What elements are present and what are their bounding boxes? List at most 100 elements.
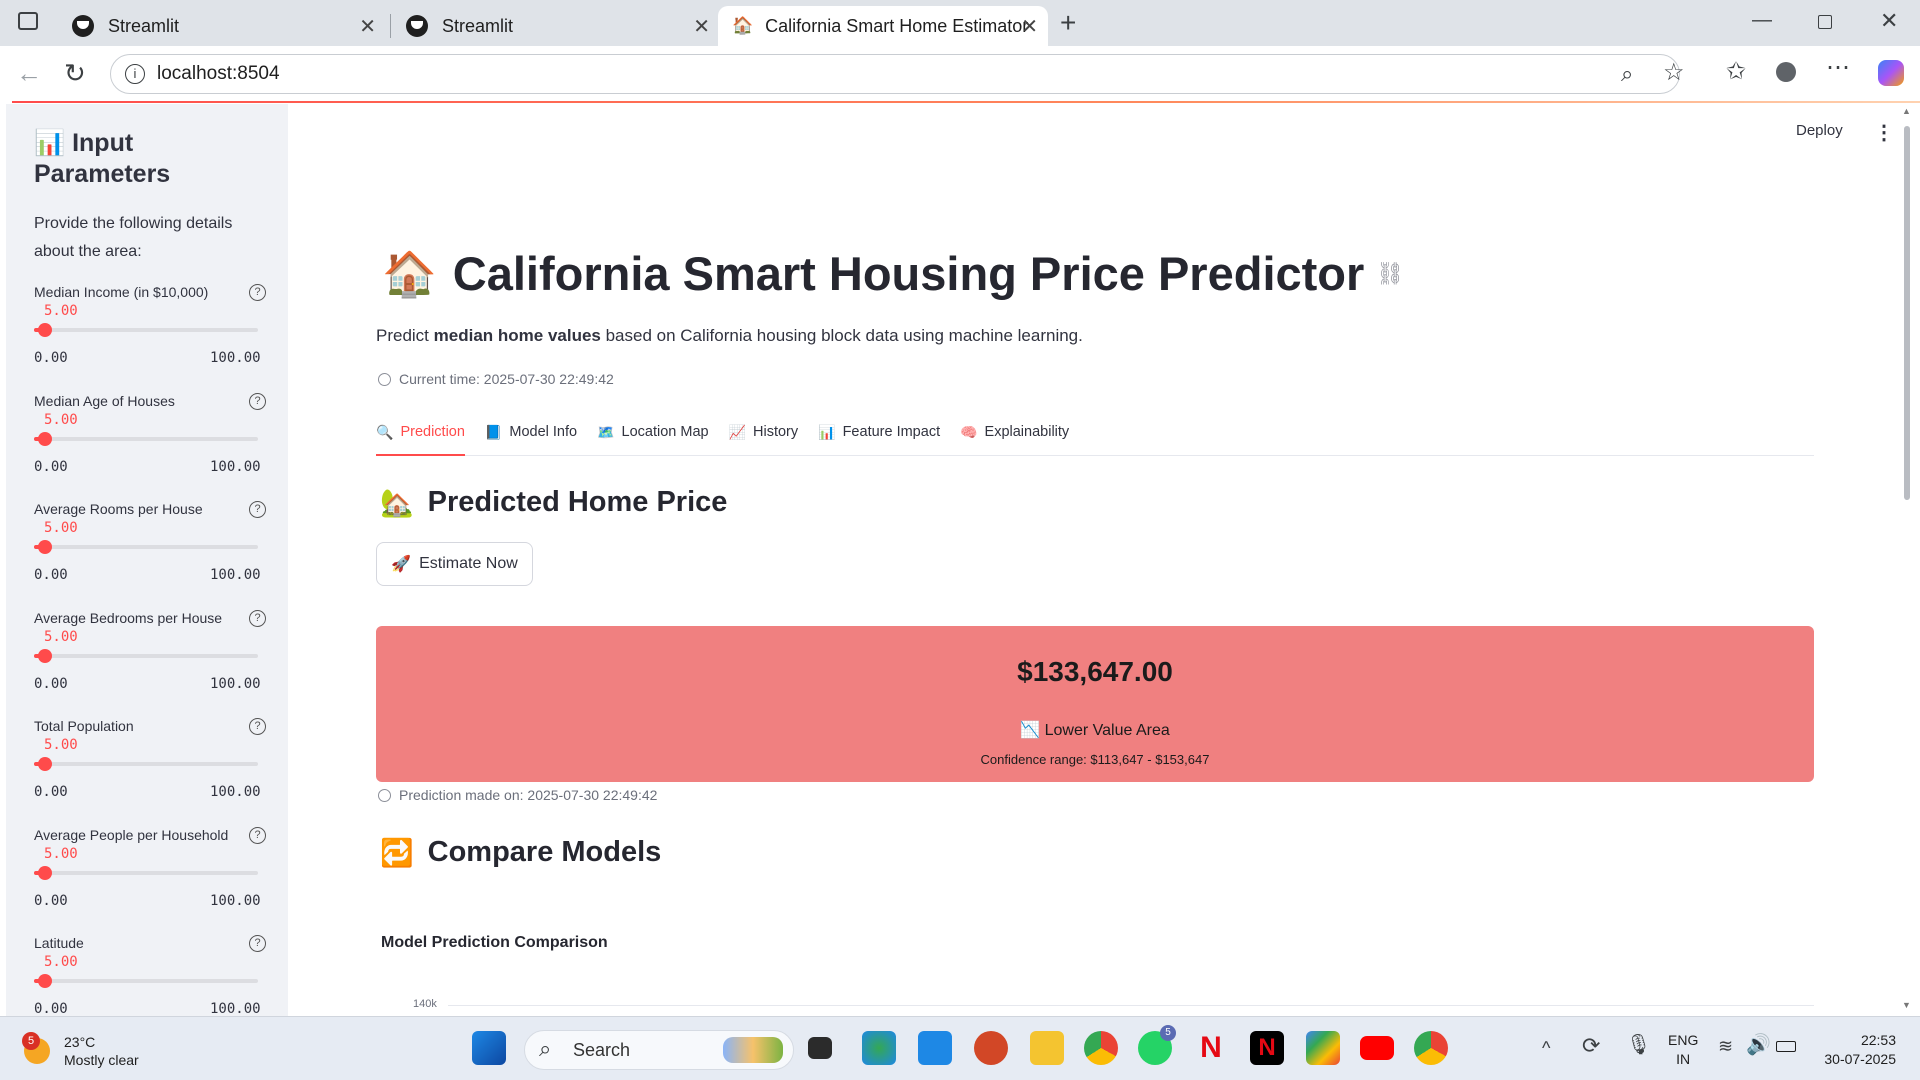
edge-browser-icon[interactable] <box>862 1031 896 1065</box>
tab-icon: 🧠 <box>960 424 978 440</box>
zoom-icon[interactable]: ⌕ <box>1621 63 1633 85</box>
netflix-icon[interactable]: N <box>1194 1031 1228 1065</box>
system-clock[interactable]: 22:53 30-07-2025 <box>1810 1031 1896 1069</box>
news-app-icon[interactable]: N <box>1250 1031 1284 1065</box>
language-indicator[interactable]: ENG IN <box>1668 1031 1698 1069</box>
file-explorer-icon[interactable] <box>1030 1031 1064 1065</box>
slider-track[interactable] <box>34 328 258 332</box>
chrome-profile-icon[interactable] <box>1414 1031 1448 1065</box>
help-icon[interactable]: ? <box>249 609 266 627</box>
restore-icon[interactable] <box>1818 15 1832 29</box>
clock-icon <box>378 372 391 386</box>
favorites-icon[interactable]: ✩ <box>1726 60 1746 84</box>
reload-icon[interactable]: ↻ <box>64 60 86 86</box>
slider-track[interactable] <box>34 436 258 441</box>
tab-label: Feature Impact <box>842 424 941 440</box>
url-text: localhost:8504 <box>157 63 280 84</box>
tab-explainability[interactable]: 🧠 Explainability <box>960 420 1069 456</box>
slider-track[interactable] <box>34 870 258 875</box>
copilot-icon[interactable] <box>1878 60 1904 86</box>
slider-min: 0.00 <box>34 892 68 909</box>
slider-handle[interactable] <box>38 648 52 663</box>
tab-label: Prediction <box>400 424 465 440</box>
slider-handle[interactable] <box>38 323 52 337</box>
slider-handle[interactable] <box>38 540 52 554</box>
search-icon: ⌕ <box>539 1036 552 1061</box>
more-menu-icon[interactable]: ⋯ <box>1826 56 1850 80</box>
battery-icon[interactable] <box>1776 1041 1796 1052</box>
taskbar-search[interactable]: ⌕ Search <box>524 1030 794 1070</box>
new-tab-icon[interactable]: + <box>1060 9 1076 37</box>
close-tab-icon[interactable]: ✕ <box>1021 14 1038 39</box>
tab-history[interactable]: 📈 History <box>729 420 799 456</box>
slider-handle[interactable] <box>38 757 52 771</box>
tab-feature-impact[interactable]: 📊 Feature Impact <box>818 420 940 456</box>
slider-latitude[interactable]: Latitude? 5.00 0.00 100.00 <box>34 935 266 1016</box>
browser-tab-active[interactable]: 🏠 California Smart Home Estimator ✕ <box>718 6 1048 46</box>
slider-total-population[interactable]: Total Population? 5.00 0.00 100.00 <box>34 718 266 826</box>
slider-median-income-in-10-000[interactable]: Median Income (in $10,000)? 5.00 0.00 100.0… <box>34 284 266 392</box>
page-accent-line <box>12 101 1920 103</box>
whatsapp-icon[interactable]: 5 <box>1138 1025 1176 1065</box>
volume-icon[interactable]: 🔊 <box>1746 1035 1771 1055</box>
google-apps-icon[interactable] <box>1306 1031 1340 1065</box>
slider-handle[interactable] <box>38 431 52 446</box>
show-hidden-icons-icon[interactable]: ^ <box>1542 1039 1550 1057</box>
windows-start-icon[interactable] <box>472 1031 506 1065</box>
help-icon[interactable]: ? <box>249 392 266 410</box>
help-icon[interactable]: ? <box>249 718 266 735</box>
scrollbar-thumb[interactable] <box>1904 126 1910 500</box>
tab-location-map[interactable]: 🗺️ Location Map <box>597 420 709 456</box>
help-icon[interactable]: ? <box>249 284 266 301</box>
slider-value: 5.00 <box>44 737 78 753</box>
slider-track[interactable] <box>34 653 258 658</box>
wifi-icon[interactable]: ≋ <box>1718 1037 1733 1055</box>
scroll-up-icon[interactable]: ▲ <box>1902 106 1911 116</box>
url-field[interactable]: i localhost:8504 ⌕ ☆ <box>110 54 1685 94</box>
slider-handle[interactable] <box>38 974 52 988</box>
slider-average-people-per-household[interactable]: Average People per Household? 5.00 0.00 100… <box>34 826 266 935</box>
tab-prediction[interactable]: 🔍 Prediction <box>376 420 465 456</box>
back-icon[interactable]: ← <box>16 60 42 86</box>
browser-tab-1[interactable]: Streamlit ✕ <box>58 6 386 46</box>
task-view-icon[interactable] <box>808 1037 832 1059</box>
main-menu-icon[interactable]: ⋮ <box>1874 120 1894 145</box>
slider-label: Median Income (in $10,000) <box>34 284 209 300</box>
scroll-down-icon[interactable]: ▼ <box>1902 1000 1911 1010</box>
help-icon[interactable]: ? <box>249 935 266 952</box>
tab-model-info[interactable]: 📘 Model Info <box>485 420 577 456</box>
deploy-button[interactable]: Deploy <box>1796 122 1843 139</box>
chart-title: Model Prediction Comparison <box>381 934 608 951</box>
profile-icon[interactable] <box>1776 62 1796 82</box>
whatsapp-badge: 5 <box>1160 1025 1176 1041</box>
favorite-star-icon[interactable]: ☆ <box>1663 61 1685 85</box>
confidence-range: Confidence range: $113,647 - $153,647 <box>980 752 1210 767</box>
browser-tab-2[interactable]: Streamlit ✕ <box>392 6 720 46</box>
minimize-icon[interactable]: — <box>1752 10 1772 30</box>
close-tab-icon[interactable]: ✕ <box>359 14 376 39</box>
site-info-icon[interactable]: i <box>125 64 145 84</box>
sidebar-toggle-icon[interactable] <box>18 12 38 30</box>
microphone-icon[interactable]: 🎙 <box>1626 1035 1651 1055</box>
help-icon[interactable]: ? <box>249 501 266 518</box>
close-tab-icon[interactable]: ✕ <box>693 14 710 39</box>
weather-condition: Mostly clear <box>64 1052 139 1068</box>
estimate-now-button[interactable]: 🚀 Estimate Now <box>376 542 533 586</box>
slider-average-rooms-per-house[interactable]: Average Rooms per House? 5.00 0.00 100.00 <box>34 501 266 609</box>
slider-median-age-of-houses[interactable]: Median Age of Houses? 5.00 0.00 100.00 <box>34 392 266 501</box>
sync-icon[interactable]: ⟳ <box>1582 1035 1600 1057</box>
slider-track[interactable] <box>34 762 258 766</box>
youtube-icon[interactable] <box>1360 1036 1394 1060</box>
slider-handle[interactable] <box>38 865 52 880</box>
weather-widget[interactable]: 5 23°C Mostly clear <box>22 1032 139 1069</box>
anchor-link-icon[interactable]: ⛓ <box>1376 261 1404 287</box>
close-window-icon[interactable]: ✕ <box>1880 10 1898 32</box>
chrome-icon[interactable] <box>1084 1031 1118 1065</box>
slider-track[interactable] <box>34 979 258 983</box>
vscode-icon[interactable] <box>918 1031 952 1065</box>
help-icon[interactable]: ? <box>249 826 266 844</box>
slider-average-bedrooms-per-house[interactable]: Average Bedrooms per House? 5.00 0.00 100.0… <box>34 609 266 718</box>
sidebar-intro: Provide the following details about the … <box>34 215 233 260</box>
slider-track[interactable] <box>34 545 258 549</box>
powerpoint-icon[interactable] <box>974 1031 1008 1065</box>
